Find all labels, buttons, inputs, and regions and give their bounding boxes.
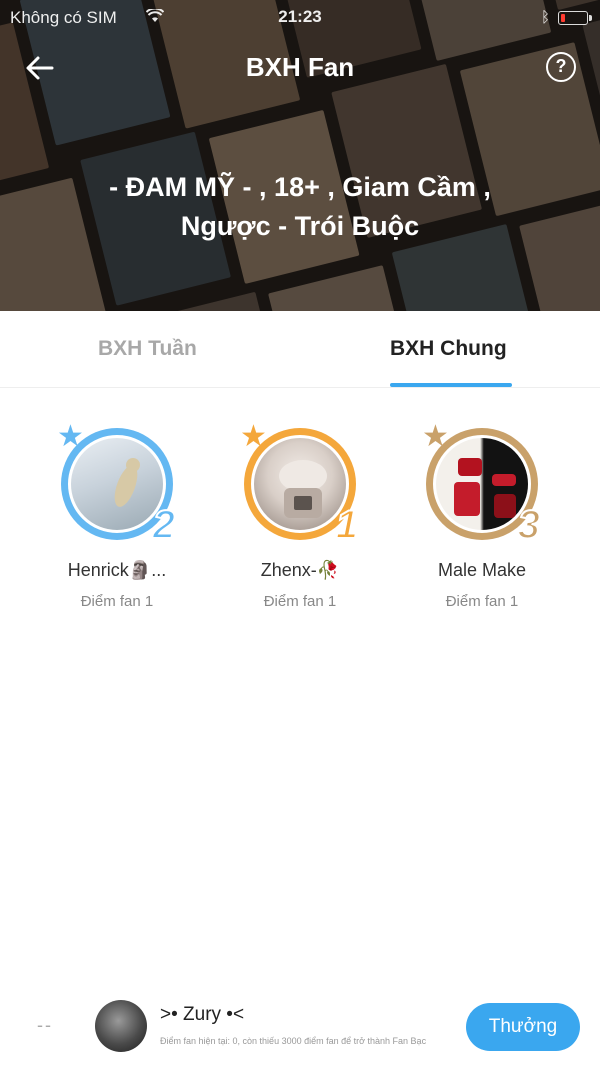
star-icon: ★ — [57, 420, 84, 453]
reward-button[interactable]: Thưởng — [466, 1003, 580, 1051]
my-fan-progress-note: Điểm fan hiện tại: 0, còn thiếu 3000 điể… — [160, 1036, 427, 1046]
star-icon: ★ — [422, 420, 449, 453]
fan-name: Henrick🗿... — [67, 560, 167, 580]
status-bar: Không có SIM 21:23 ᛒ — [0, 0, 600, 36]
rank-number: 3 — [517, 502, 541, 548]
my-name: >• Zury •< — [160, 1004, 245, 1025]
tab-weekly[interactable]: BXH Tuần — [98, 337, 197, 361]
fan-name: Male Make — [437, 560, 527, 580]
star-icon: ★ — [240, 420, 267, 453]
bluetooth-icon: ᛒ — [540, 9, 550, 26]
my-ranking-bar: -- >• Zury •< Điểm fan hiện tại: 0, còn … — [0, 985, 600, 1067]
battery-low-icon — [558, 10, 592, 25]
fan-name: Zhenx-🥀 — [260, 560, 340, 580]
help-button[interactable]: ? — [546, 52, 576, 82]
rank-number: 2 — [152, 502, 176, 548]
fan-score: Điểm fan 1 — [80, 593, 154, 610]
ranking-tabs: BXH Tuần BXH Chung — [0, 311, 600, 388]
avatar-frame: ★ 3 — [422, 422, 541, 549]
fan-score: Điểm fan 1 — [263, 593, 337, 610]
book-title: - ĐAM MỸ - , 18+ , Giam Cầm , Ngược - Tr… — [109, 172, 491, 241]
page-title: BXH Fan — [245, 52, 355, 82]
header-banner: Không có SIM 21:23 ᛒ BXH Fan ? - ĐAM MỸ … — [0, 0, 600, 311]
banner-overlay — [0, 0, 600, 311]
clock: 21:23 — [278, 7, 322, 26]
tab-overall[interactable]: BXH Chung — [390, 337, 507, 361]
battery-level — [561, 13, 565, 22]
fan-score: Điểm fan 1 — [445, 593, 519, 610]
avatar-frame: ★ 1 — [240, 422, 359, 549]
my-rank: -- — [37, 1015, 53, 1035]
podium-rank-1[interactable]: ★ 1 Zhenx-🥀 Điểm fan 1 — [200, 422, 400, 611]
podium-rank-2[interactable]: ★ 2 Henrick🗿... Điểm fan 1 — [17, 422, 217, 611]
active-tab-indicator — [390, 383, 512, 387]
question-circle-icon: ? — [555, 56, 567, 76]
status-right-group: ᛒ — [540, 9, 592, 26]
rank-number: 1 — [335, 502, 359, 548]
avatar-frame: ★ 2 — [57, 422, 176, 549]
podium-rank-3[interactable]: ★ 3 Male Make Điểm fan 1 — [382, 422, 582, 611]
my-avatar[interactable] — [95, 1000, 147, 1052]
